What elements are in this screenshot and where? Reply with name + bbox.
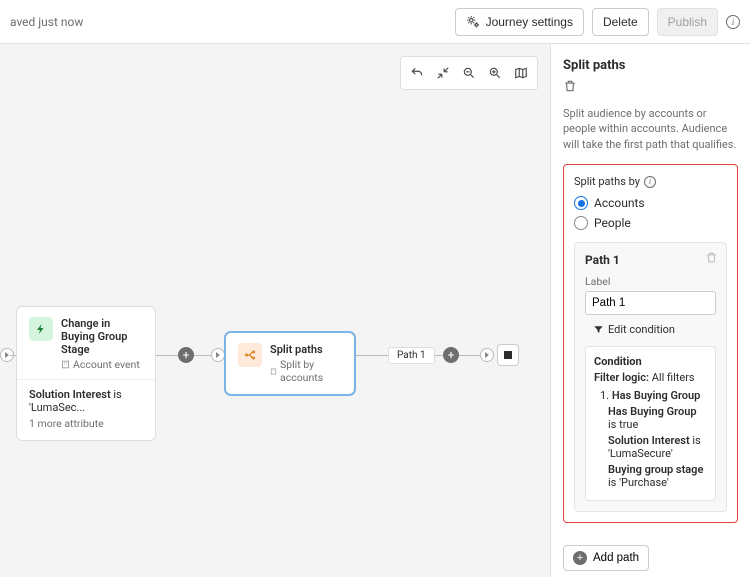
more-attributes: 1 more attribute (29, 417, 143, 430)
minimap-icon[interactable] (509, 61, 533, 85)
edit-condition-link[interactable]: Edit condition (593, 323, 716, 336)
delete-path-icon[interactable] (705, 251, 718, 264)
add-node-button[interactable]: + (178, 347, 194, 363)
node-attribute: Solution Interest is 'LumaSec... (29, 388, 143, 414)
info-icon[interactable]: i (726, 15, 740, 29)
plus-circle-icon: + (573, 551, 587, 565)
split-paths-node[interactable]: Split paths Split by accounts (225, 332, 355, 395)
journey-settings-button[interactable]: Journey settings (455, 8, 584, 36)
info-icon[interactable]: i (644, 176, 656, 188)
condition-summary: Condition Filter logic: All filters 1. H… (585, 346, 716, 501)
node-title: Change in Buying Group Stage (61, 317, 143, 356)
path-card: Path 1 Label Edit condition Condition Fi… (574, 242, 727, 512)
building-icon (61, 360, 70, 369)
zoom-in-icon[interactable] (483, 61, 507, 85)
delete-node-icon[interactable] (563, 79, 577, 93)
top-toolbar: aved just now Journey settings Delete Pu… (0, 0, 750, 44)
add-path-button[interactable]: + Add path (563, 545, 649, 571)
saved-status: aved just now (10, 15, 83, 29)
end-node[interactable] (497, 344, 519, 366)
radio-people[interactable]: People (574, 216, 727, 230)
node-subtitle: Split by accounts (270, 358, 342, 384)
panel-title: Split paths (563, 58, 738, 73)
collapse-arrows-icon[interactable] (431, 61, 455, 85)
add-node-button[interactable]: + (443, 347, 459, 363)
end-in-port[interactable] (480, 348, 494, 362)
filter-icon (593, 324, 604, 335)
label-field-label: Label (585, 275, 716, 288)
split-config-section: Split paths by i Accounts People Path 1 … (563, 164, 738, 523)
split-by-label: Split paths by i (574, 175, 727, 188)
publish-button: Publish (657, 8, 718, 36)
journey-canvas[interactable]: Change in Buying Group Stage Account eve… (0, 44, 550, 577)
top-actions: Journey settings Delete Publish i (455, 8, 740, 36)
split-icon (238, 343, 262, 367)
path-title: Path 1 (585, 253, 716, 267)
radio-accounts[interactable]: Accounts (574, 196, 727, 210)
zoom-out-icon[interactable] (457, 61, 481, 85)
panel-description: Split audience by accounts or people wit… (563, 106, 738, 152)
node2-in-port[interactable] (211, 348, 225, 362)
gears-icon (466, 15, 480, 29)
undo-icon[interactable] (405, 61, 429, 85)
building-icon (270, 367, 277, 376)
delete-button[interactable]: Delete (592, 8, 649, 36)
node-title: Split paths (270, 343, 342, 356)
node-subtitle: Account event (61, 358, 143, 371)
properties-panel: Split paths Split audience by accounts o… (550, 44, 750, 577)
path-label-input[interactable] (585, 291, 716, 315)
lightning-icon (29, 317, 53, 341)
event-node[interactable]: Change in Buying Group Stage Account eve… (16, 306, 156, 441)
radio-checked-icon (574, 196, 588, 210)
radio-unchecked-icon (574, 216, 588, 230)
canvas-toolbar (400, 56, 538, 90)
journey-settings-label: Journey settings (486, 15, 573, 29)
path-label-badge[interactable]: Path 1 (388, 347, 435, 364)
